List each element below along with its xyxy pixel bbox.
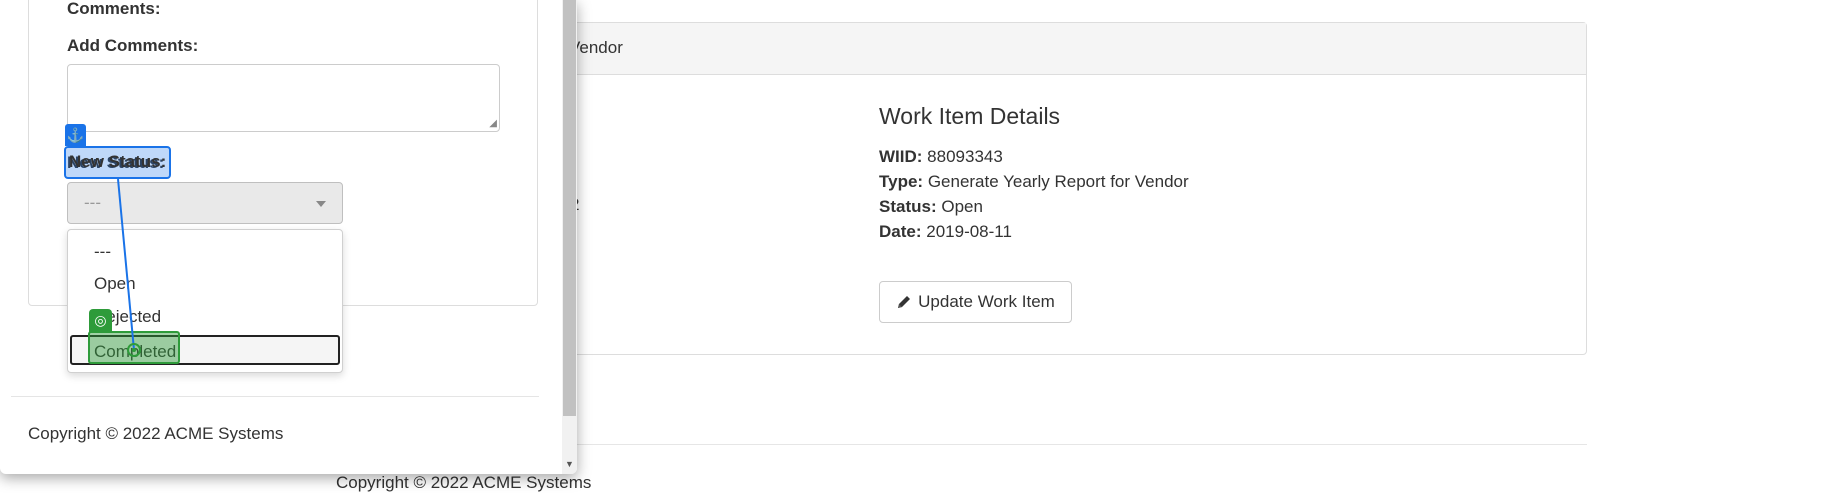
modal-scrollbar[interactable]: ▼	[562, 0, 577, 474]
update-status-modal: Comments: Add Comments: ◢ New Status: --…	[0, 0, 577, 474]
drag-source-highlight: New Status:	[64, 146, 171, 179]
pencil-icon	[898, 296, 911, 308]
detail-status: Status: Open	[879, 194, 1189, 219]
details-title: Work Item Details	[879, 103, 1061, 129]
panel-heading-text: Vendor	[569, 38, 623, 57]
scrollbar-thumb[interactable]	[563, 0, 576, 416]
scroll-down-arrow-icon[interactable]: ▼	[562, 459, 577, 469]
status-option[interactable]: ---	[68, 237, 342, 267]
detail-value: Open	[941, 197, 983, 216]
chevron-down-icon	[316, 201, 326, 207]
drag-source-label: New Status:	[69, 152, 167, 171]
comments-label: Comments:	[67, 0, 161, 18]
modal-copyright: Copyright © 2022 ACME Systems	[28, 424, 284, 443]
new-status-select[interactable]: ---	[67, 182, 343, 224]
target-icon: ◎	[89, 309, 112, 332]
detail-wiid: WIID: 88093343	[879, 144, 1189, 169]
work-item-details: Work Item Details WIID: 88093343 Type: G…	[879, 103, 1189, 244]
resize-grip-icon[interactable]: ◢	[489, 119, 497, 129]
detail-label: Status:	[879, 197, 937, 216]
anchor-icon: ⚓	[65, 124, 86, 146]
detail-date: Date: 2019-08-11	[879, 219, 1189, 244]
status-select-value: ---	[84, 193, 101, 212]
detail-label: WIID:	[879, 147, 923, 166]
status-option[interactable]: Open	[68, 269, 342, 299]
detail-label: Date:	[879, 222, 922, 241]
add-comments-textarea[interactable]: ◢	[67, 64, 500, 132]
drag-target-highlight	[88, 331, 180, 364]
detail-label: Type:	[879, 172, 924, 191]
update-work-item-button[interactable]: Update Work Item	[879, 281, 1072, 323]
detail-value: 2019-08-11	[926, 222, 1012, 241]
page-copyright: Copyright © 2022 ACME Systems	[336, 473, 592, 492]
detail-value: 88093343	[927, 147, 1003, 166]
detail-type: Type: Generate Yearly Report for Vendor	[879, 169, 1189, 194]
detail-value: Generate Yearly Report for Vendor	[927, 172, 1189, 191]
update-button-label: Update Work Item	[918, 292, 1055, 311]
modal-footer-divider	[11, 396, 539, 397]
add-comments-label: Add Comments:	[67, 36, 199, 55]
